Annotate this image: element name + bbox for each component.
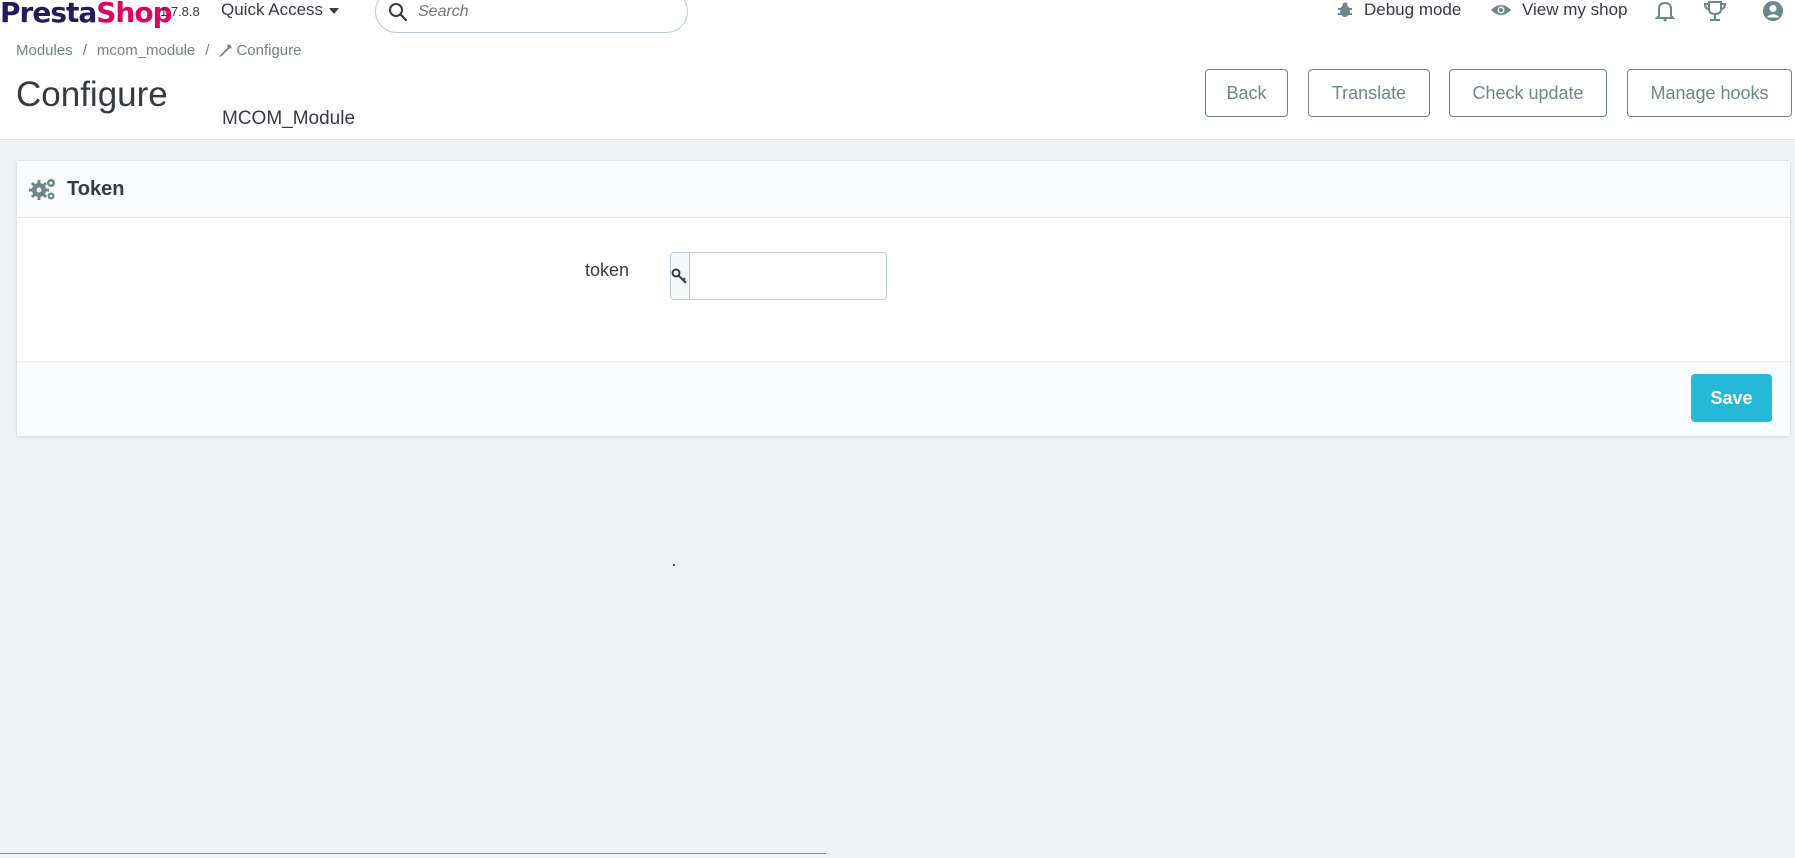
bell-icon: [1655, 1, 1675, 22]
token-input[interactable]: [690, 253, 886, 299]
quick-access-label: Quick Access: [221, 0, 324, 19]
panel-heading: Token: [17, 161, 1790, 218]
module-name: MCOM_Module: [222, 108, 356, 129]
key-addon: [671, 253, 690, 299]
breadcrumb-separator: /: [82, 42, 87, 59]
breadcrumb-configure: Configure: [219, 42, 301, 59]
panel-title: Token: [67, 177, 125, 200]
gears-icon: [29, 179, 55, 200]
search-icon: [389, 2, 408, 21]
translate-button[interactable]: Translate: [1308, 69, 1430, 117]
caret-down-icon: [329, 8, 340, 14]
debug-icon: [1338, 2, 1352, 17]
stray-dot: [673, 564, 675, 566]
header: PrestaShop 1.7.8.8 Quick Access Debug mo…: [0, 0, 1795, 140]
panel-body: token: [17, 218, 1790, 363]
trophy-icon: [1703, 1, 1727, 21]
key-icon: [671, 268, 687, 284]
debug-mode-label: Debug mode: [1364, 0, 1462, 19]
version-label: 1.7.8.8: [160, 4, 200, 19]
eye-icon: [1491, 5, 1511, 15]
token-label: token: [585, 260, 630, 280]
breadcrumb-modules[interactable]: Modules: [16, 42, 73, 59]
back-button[interactable]: Back: [1205, 69, 1288, 117]
token-panel: Token token Save: [16, 160, 1791, 437]
bottom-divider: [0, 853, 826, 854]
search-input[interactable]: [418, 2, 658, 21]
view-my-shop-label: View my shop: [1522, 0, 1628, 19]
quick-access-dropdown[interactable]: Quick Access: [221, 0, 340, 20]
trophy-button[interactable]: [1703, 0, 1727, 22]
panel-footer: Save: [17, 361, 1790, 436]
breadcrumb-separator: /: [205, 42, 210, 59]
manage-hooks-button[interactable]: Manage hooks: [1627, 69, 1792, 117]
employee-menu-button[interactable]: [1762, 0, 1784, 22]
logo-text-presta: Presta: [0, 0, 97, 29]
notifications-button[interactable]: [1655, 0, 1675, 22]
breadcrumb-mcom-module[interactable]: mcom_module: [97, 42, 195, 59]
debug-mode-link[interactable]: Debug mode: [1336, 0, 1461, 20]
prestashop-logo[interactable]: PrestaShop: [0, 0, 173, 29]
user-icon: [1763, 1, 1783, 21]
token-input-group: [670, 252, 887, 300]
breadcrumb: Modules / mcom_module / Configure: [16, 42, 301, 59]
page-title: Configure: [16, 75, 168, 114]
save-button[interactable]: Save: [1691, 374, 1772, 422]
check-update-button[interactable]: Check update: [1449, 69, 1607, 117]
breadcrumb-configure-label: Configure: [236, 42, 302, 59]
search-bar[interactable]: [375, 0, 688, 33]
view-my-shop-link[interactable]: View my shop: [1490, 0, 1628, 20]
wrench-icon: [219, 44, 232, 57]
